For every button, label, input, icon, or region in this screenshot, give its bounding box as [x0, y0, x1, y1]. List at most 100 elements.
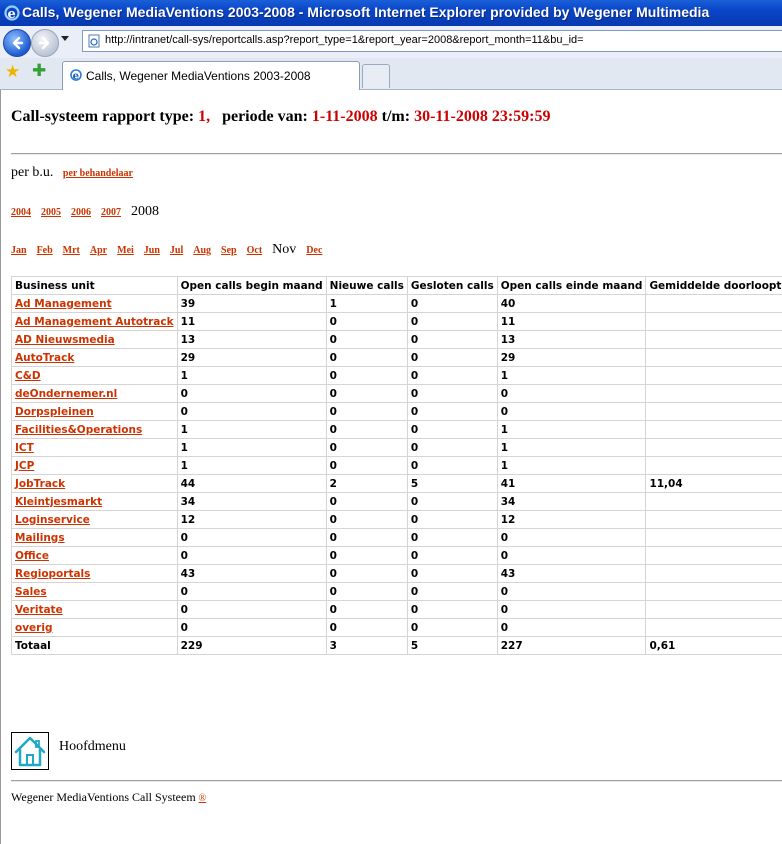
year-selector: 2004 2005 2006 2007 2008 [11, 202, 159, 220]
svg-text:e: e [73, 71, 79, 82]
page-title: Call-systeem rapport type: 1, periode va… [11, 108, 551, 125]
table-row: deOndernemer.nl 0 0 0 0 [11, 384, 782, 403]
table-row: overig 0 0 0 0 [11, 618, 782, 637]
table-row: C&D 1 0 0 1 [11, 366, 782, 385]
add-favorite-icon[interactable]: ✚ [32, 61, 46, 81]
table-row: JCP 1 0 0 1 [11, 456, 782, 475]
col-header: Nieuwe calls [325, 276, 408, 295]
business-unit-link[interactable]: C&D [15, 370, 41, 382]
month-link[interactable]: Dec [306, 245, 322, 256]
footer-text: Wegener MediaVentions Call Systeem [11, 790, 196, 804]
business-unit-link[interactable]: AD Nieuwsmedia [15, 334, 115, 346]
table-row: ICT 1 0 0 1 [11, 438, 782, 457]
business-unit-link[interactable]: JobTrack [15, 478, 65, 490]
home-icon [14, 736, 46, 767]
business-unit-link[interactable]: Loginservice [15, 514, 90, 526]
address-toolbar: http://intranet/call-sys/reportcalls.asp… [0, 26, 782, 58]
table-total-row: Totaal 229 3 5 227 0,61 [11, 636, 782, 655]
business-unit-link[interactable]: deOndernemer.nl [15, 388, 117, 400]
business-unit-link[interactable]: Sales [15, 586, 47, 598]
month-link[interactable]: Feb [37, 245, 53, 256]
divider [11, 153, 782, 155]
table-row: Office 0 0 0 0 [11, 546, 782, 565]
footer: Wegener MediaVentions Call Systeem ® [11, 790, 206, 805]
table-row: JobTrack 44 2 5 41 11,04 [11, 474, 782, 493]
period-from: 1-11-2008 [311, 108, 378, 125]
window-title-bar[interactable]: e Calls, Wegener MediaVentions 2003-2008… [0, 0, 782, 26]
month-selector: Jan Feb Mrt Apr Mei Jun Jul Aug Sep Oct … [11, 240, 328, 258]
table-row: AD Nieuwsmedia 13 0 0 13 [11, 330, 782, 349]
page-content: Call-systeem rapport type: 1, periode va… [0, 90, 782, 844]
business-unit-link[interactable]: Office [15, 550, 49, 562]
month-link[interactable]: Jul [170, 245, 183, 256]
business-unit-link[interactable]: Veritate [15, 604, 63, 616]
col-header: Gemiddelde doorlooptijd [645, 276, 782, 295]
year-current: 2008 [131, 204, 159, 219]
view-current: per b.u. [11, 165, 54, 180]
col-header: Business unit [11, 276, 178, 295]
home-label[interactable]: Hoofdmenu [59, 739, 126, 755]
tab-bar: ★ ✚ e Calls, Wegener MediaVentions 2003-… [0, 58, 782, 90]
total-label: Totaal [11, 636, 178, 655]
forward-arrow-icon [38, 36, 50, 50]
business-unit-link[interactable]: JCP [15, 460, 34, 472]
year-link[interactable]: 2005 [41, 207, 61, 218]
table-row: Ad Management 39 1 0 40 [11, 294, 782, 313]
month-link[interactable]: Oct [247, 245, 263, 256]
business-unit-link[interactable]: overig [15, 622, 52, 634]
copyright-link[interactable]: ® [199, 793, 207, 804]
table-row: Mailings 0 0 0 0 [11, 528, 782, 547]
page-icon [88, 34, 100, 48]
table-row: Dorpspleinen 0 0 0 0 [11, 402, 782, 421]
month-current: Nov [272, 242, 297, 257]
month-link[interactable]: Aug [193, 245, 211, 256]
business-unit-link[interactable]: Ad Management [15, 298, 112, 310]
calls-table: Business unit Open calls begin maand Nie… [11, 276, 782, 655]
table-header-row: Business unit Open calls begin maand Nie… [11, 276, 782, 295]
year-link[interactable]: 2007 [101, 207, 121, 218]
table-row: Kleintjesmarkt 34 0 0 34 [11, 492, 782, 511]
month-link[interactable]: Jun [144, 245, 160, 256]
view-selector: per b.u. per behandelaar [11, 165, 133, 181]
tab-calls[interactable]: e Calls, Wegener MediaVentions 2003-2008 [62, 61, 360, 90]
year-link[interactable]: 2004 [11, 207, 31, 218]
window-title: Calls, Wegener MediaVentions 2003-2008 -… [22, 4, 710, 20]
month-link[interactable]: Mrt [63, 245, 80, 256]
month-link[interactable]: Mei [117, 245, 134, 256]
business-unit-link[interactable]: AutoTrack [15, 352, 74, 364]
ie-logo-icon: e [4, 5, 20, 22]
business-unit-link[interactable]: Facilities&Operations [15, 424, 142, 436]
divider [11, 780, 782, 782]
forward-button[interactable] [31, 29, 59, 57]
address-bar[interactable]: http://intranet/call-sys/reportcalls.asp… [82, 30, 782, 52]
svg-text:e: e [8, 7, 16, 22]
table-row: Facilities&Operations 1 0 0 1 [11, 420, 782, 439]
home-button[interactable] [11, 732, 49, 770]
new-tab-button[interactable] [362, 64, 390, 88]
back-button[interactable] [3, 29, 31, 57]
period-to: 30-11-2008 23:59:59 [414, 108, 551, 125]
business-unit-link[interactable]: Regioportals [15, 568, 90, 580]
month-link[interactable]: Jan [11, 245, 27, 256]
ie-page-icon: e [70, 69, 82, 82]
business-unit-link[interactable]: Mailings [15, 532, 65, 544]
table-row: Veritate 0 0 0 0 [11, 600, 782, 619]
report-type: 1, [198, 108, 211, 125]
year-link[interactable]: 2006 [71, 207, 91, 218]
table-row: Sales 0 0 0 0 [11, 582, 782, 601]
col-header: Gesloten calls [406, 276, 498, 295]
link-per-behandelaar[interactable]: per behandelaar [63, 168, 133, 179]
col-header: Open calls begin maand [176, 276, 327, 295]
tab-label: Calls, Wegener MediaVentions 2003-2008 [86, 69, 311, 83]
business-unit-link[interactable]: Kleintjesmarkt [15, 496, 102, 508]
business-unit-link[interactable]: ICT [15, 442, 34, 454]
business-unit-link[interactable]: Dorpspleinen [15, 406, 94, 418]
history-dropdown-icon[interactable] [61, 36, 69, 41]
table-row: AutoTrack 29 0 0 29 [11, 348, 782, 367]
month-link[interactable]: Apr [90, 245, 107, 256]
back-arrow-icon [12, 36, 24, 50]
address-url: http://intranet/call-sys/reportcalls.asp… [105, 34, 584, 46]
favorites-star-icon[interactable]: ★ [5, 63, 20, 81]
business-unit-link[interactable]: Ad Management Autotrack [15, 316, 174, 328]
month-link[interactable]: Sep [221, 245, 237, 256]
